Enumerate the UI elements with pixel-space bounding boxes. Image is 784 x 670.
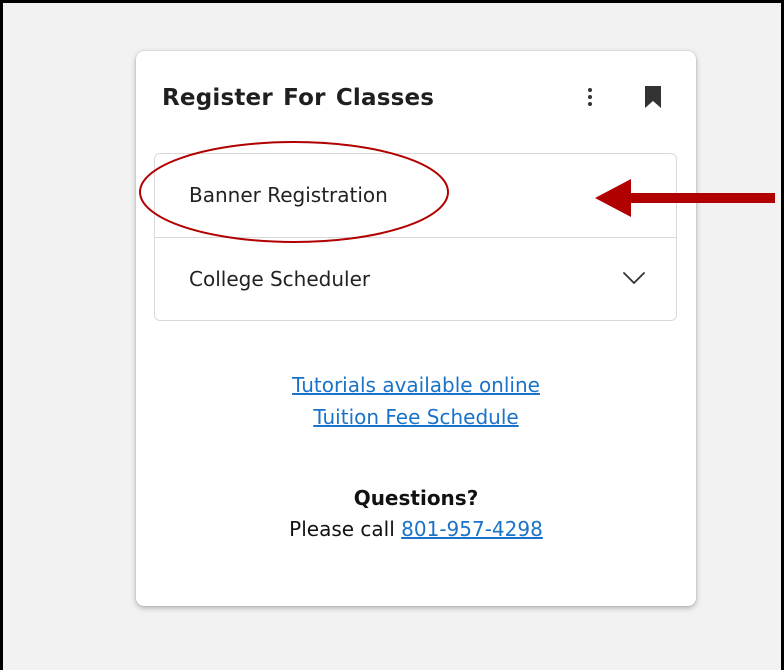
bookmark-icon — [645, 86, 661, 108]
phone-link[interactable]: 801-957-4298 — [401, 517, 543, 541]
list-item-label: College Scheduler — [189, 267, 371, 291]
card-title: Register For Classes — [162, 85, 435, 111]
screenshot-frame: Register For Classes Banner Registration… — [0, 0, 784, 670]
contact-section: Questions? Please call 801-957-4298 — [136, 483, 696, 545]
help-links: Tutorials available online Tuition Fee S… — [136, 369, 696, 433]
list-item-college-scheduler[interactable]: College Scheduler — [155, 238, 676, 322]
tutorials-link[interactable]: Tutorials available online — [136, 369, 696, 401]
list-item-label: Banner Registration — [189, 183, 388, 207]
more-options-button[interactable] — [581, 83, 599, 111]
call-line: Please call 801-957-4298 — [136, 513, 696, 545]
tuition-fee-schedule-link[interactable]: Tuition Fee Schedule — [136, 401, 696, 433]
register-for-classes-card: Register For Classes Banner Registration… — [136, 51, 696, 606]
chevron-down-icon[interactable] — [622, 266, 646, 290]
registration-options-list: Banner Registration College Scheduler — [154, 153, 677, 321]
list-item-banner-registration[interactable]: Banner Registration — [155, 154, 676, 238]
questions-heading: Questions? — [353, 486, 479, 510]
bookmark-button[interactable] — [641, 83, 665, 111]
call-prefix: Please call — [289, 517, 395, 541]
more-vertical-icon — [588, 88, 592, 106]
